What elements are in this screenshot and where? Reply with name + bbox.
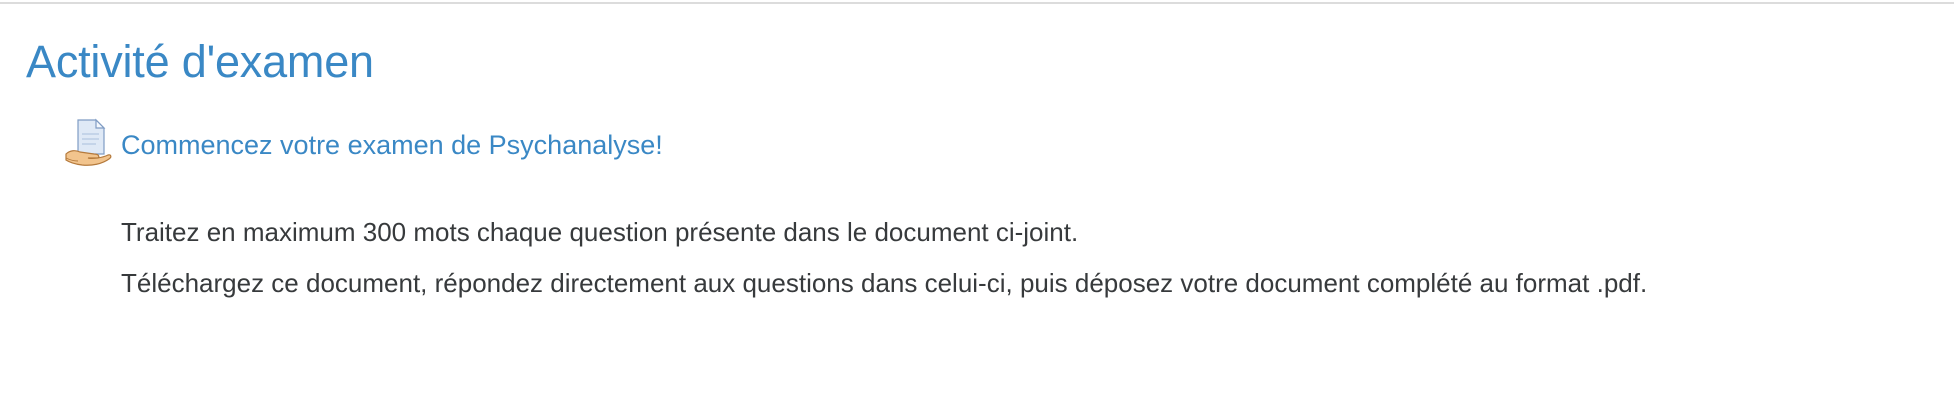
activity-link[interactable]: Commencez votre examen de Psychanalyse! bbox=[121, 125, 663, 161]
section-divider bbox=[0, 2, 1954, 4]
activity-item: Commencez votre examen de Psychanalyse! bbox=[64, 118, 663, 168]
activity-description: Traitez en maximum 300 mots chaque quest… bbox=[121, 207, 1647, 309]
section-title: Activité d'examen bbox=[26, 36, 374, 87]
description-line: Traitez en maximum 300 mots chaque quest… bbox=[121, 217, 1079, 247]
description-line: Téléchargez ce document, répondez direct… bbox=[121, 268, 1648, 298]
assignment-icon bbox=[64, 118, 112, 168]
